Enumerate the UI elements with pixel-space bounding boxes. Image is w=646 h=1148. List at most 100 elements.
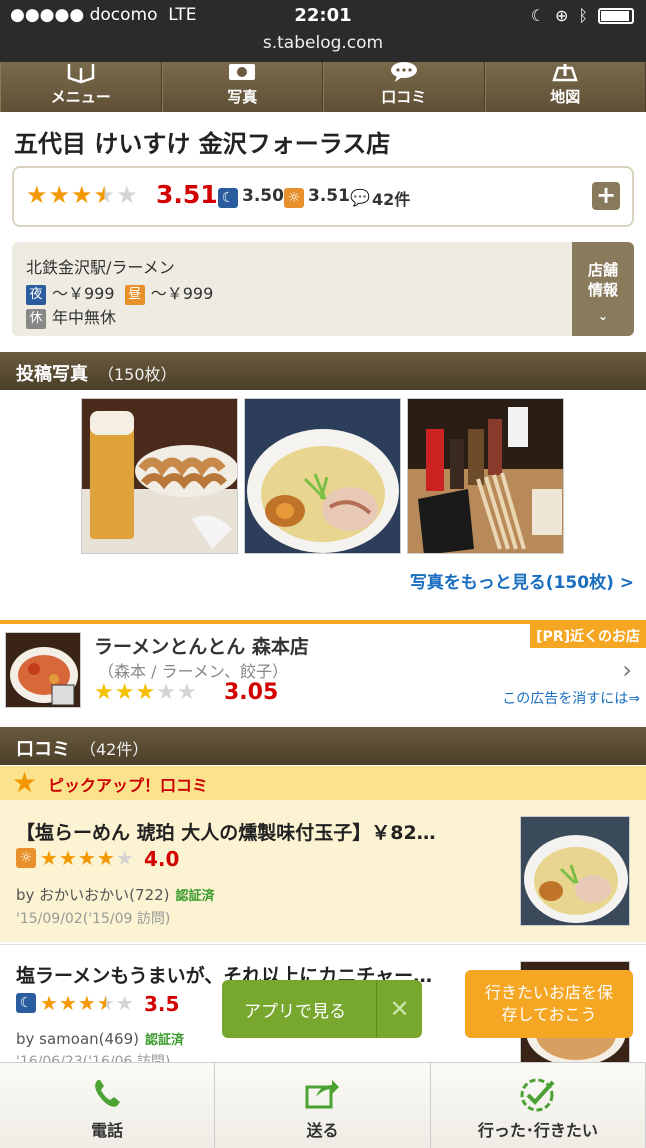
- tab-reviews[interactable]: 口コミ: [323, 62, 485, 112]
- star-icon: ★: [40, 846, 58, 870]
- holiday-line: 休年中無休: [26, 304, 116, 329]
- star-icon: ★: [26, 181, 48, 209]
- review-title: 【塩らーめん 琥珀 大人の燻製味付玉子】￥82…: [16, 822, 436, 844]
- review-item[interactable]: 【塩らーめん 琥珀 大人の燻製味付玉子】￥82… ☼ ★ ★ ★ ★ ★ 4.0…: [0, 800, 646, 942]
- day-price: ～￥999: [150, 284, 214, 303]
- comment-icon: 💬: [350, 188, 370, 207]
- verified-badge: 認証済: [145, 1033, 185, 1048]
- empty-star-icon: ★: [156, 680, 176, 705]
- star-icon: ★: [48, 181, 71, 209]
- top-nav: メニュー 写真 口コミ 地図: [0, 62, 646, 112]
- chevron-right-icon: ›: [622, 656, 632, 684]
- pr-label: [PR]近くのお店: [530, 624, 646, 648]
- battery-icon: [598, 7, 634, 24]
- shop-name: 五代目 けいすけ 金沢フォーラス店: [14, 130, 391, 158]
- url-bar[interactable]: s.tabelog.com: [0, 33, 646, 53]
- holiday-tag: 休: [26, 308, 46, 329]
- review-author: by samoan(469) 認証済: [16, 1030, 185, 1048]
- expand-plus-button[interactable]: +: [592, 182, 620, 210]
- day-tag: 昼: [124, 284, 145, 305]
- reviews-count: （42件）: [80, 740, 149, 759]
- been-want-button[interactable]: 行った･行きたい: [431, 1063, 646, 1148]
- hide-ad-link[interactable]: この広告を消すには⇒: [502, 688, 640, 708]
- star-icon: ★: [58, 991, 77, 1015]
- star-icon: ★: [77, 846, 96, 870]
- share-button[interactable]: 送る: [215, 1063, 431, 1148]
- nearby-ad[interactable]: [PR]近くのお店 ラーメンとんとん 森本店 （森本 / ラーメン、餃子） ★ …: [0, 620, 646, 712]
- status-icons: ☾ ⊕ ᛒ: [531, 6, 634, 25]
- star-icon: ★: [71, 181, 93, 209]
- verified-badge: 認証済: [175, 889, 215, 904]
- star-icon: ★: [135, 680, 156, 705]
- review-date: '15/09/02('15/09 訪問): [16, 911, 171, 927]
- shop-info-button[interactable]: 店舗 情報 ⌄: [572, 242, 634, 336]
- reviews-title: 口コミ: [16, 739, 70, 760]
- ad-rating-stars: ★ ★ ★ ★ ★: [94, 682, 197, 704]
- star-icon: ★: [58, 846, 77, 870]
- tab-map[interactable]: 地図: [484, 62, 646, 112]
- moon-icon: ☾: [16, 993, 36, 1013]
- bottom-action-bar: 電話 送る 行った･行きたい: [0, 1062, 646, 1148]
- save-shop-button[interactable]: 行きたいお店を保存しておこう: [465, 970, 633, 1038]
- holiday-text: 年中無休: [52, 308, 117, 327]
- map-icon: [486, 62, 646, 86]
- status-bar: ●●●●● docomo LTE 22:01 ☾ ⊕ ᛒ s.tabelog.c…: [0, 0, 646, 62]
- shop-info-box: 北鉄金沢駅/ラーメン 夜 ～￥999 昼 ～￥999 休年中無休 店舗 情報 ⌄: [12, 242, 634, 336]
- review-stars: ★ ★ ★ ★ ★: [40, 848, 134, 868]
- close-icon[interactable]: ✕: [376, 980, 422, 1038]
- photos-count: （150枚）: [98, 365, 177, 384]
- price-line: 夜 ～￥999 昼 ～￥999: [26, 280, 213, 305]
- tab-menu[interactable]: メニュー: [0, 62, 162, 112]
- medal-icon: ★: [12, 766, 38, 799]
- ad-shop-sub: （森本 / ラーメン、餃子）: [98, 662, 288, 681]
- photo-table[interactable]: [407, 398, 564, 554]
- chevron-down-icon: ⌄: [597, 309, 609, 323]
- ad-thumbnail: [5, 632, 81, 708]
- star-icon: ★: [40, 991, 58, 1015]
- day-rating: 3.51: [308, 186, 350, 206]
- rating-box[interactable]: ★ ★ ★ ★ ★ 3.51 ☾ 3.50 ☼ 3.51 💬 42件 +: [12, 166, 634, 227]
- sun-icon: ☼: [16, 848, 36, 868]
- photo-ramen[interactable]: [244, 398, 401, 554]
- empty-star-icon: ★: [176, 680, 197, 705]
- speech-bubble-icon: [324, 62, 484, 86]
- star-icon: ★: [114, 680, 135, 705]
- bluetooth-icon: ᛒ: [578, 6, 588, 25]
- night-tag: 夜: [26, 284, 46, 305]
- open-in-app-button[interactable]: アプリで見る ✕: [222, 980, 422, 1038]
- pickup-label: ピックアップ！口コミ: [48, 776, 209, 795]
- photo-beer-gyoza[interactable]: [81, 398, 238, 554]
- photos-header: 投稿写真 （150枚）: [0, 352, 646, 390]
- camera-icon: [163, 62, 323, 86]
- shop-info-label: 店舗 情報: [587, 261, 618, 299]
- review-photo[interactable]: [520, 816, 630, 926]
- half-star-icon: ★: [96, 991, 115, 1015]
- share-icon: [215, 1077, 429, 1118]
- reviews-header: 口コミ （42件）: [0, 727, 646, 765]
- moon-icon: ☾: [530, 6, 545, 25]
- save-shop-label: 行きたいお店を保存しておこう: [484, 983, 613, 1024]
- star-icon: ★: [96, 846, 115, 870]
- review-count: 42件: [372, 190, 411, 209]
- review-stars: ★ ★ ★ ★ ★: [40, 993, 134, 1013]
- moon-icon: ☾: [218, 188, 238, 208]
- tab-photos[interactable]: 写真: [161, 62, 323, 112]
- star-icon: ★: [94, 680, 114, 705]
- ad-rating-score: 3.05: [224, 680, 279, 705]
- more-photos-link[interactable]: 写真をもっと見る(150枚) >: [410, 568, 634, 593]
- photos-title: 投稿写真: [16, 364, 88, 385]
- access-text: 北鉄金沢駅/ラーメン: [26, 258, 175, 277]
- empty-star-icon: ★: [115, 846, 134, 870]
- star-icon: ★: [77, 991, 96, 1015]
- sun-icon: ☼: [284, 188, 304, 208]
- phone-icon: [0, 1077, 214, 1118]
- rating-score: 3.51: [156, 180, 218, 209]
- book-icon: [1, 62, 161, 86]
- pickup-banner: ★ ピックアップ！口コミ: [0, 766, 646, 800]
- call-button[interactable]: 電話: [0, 1063, 216, 1148]
- review-score: 3.5: [144, 992, 180, 1016]
- half-star-icon: ★: [93, 181, 116, 209]
- night-rating: 3.50: [242, 186, 284, 206]
- rating-stars: ★ ★ ★ ★ ★: [26, 183, 138, 207]
- review-score: 4.0: [144, 847, 180, 871]
